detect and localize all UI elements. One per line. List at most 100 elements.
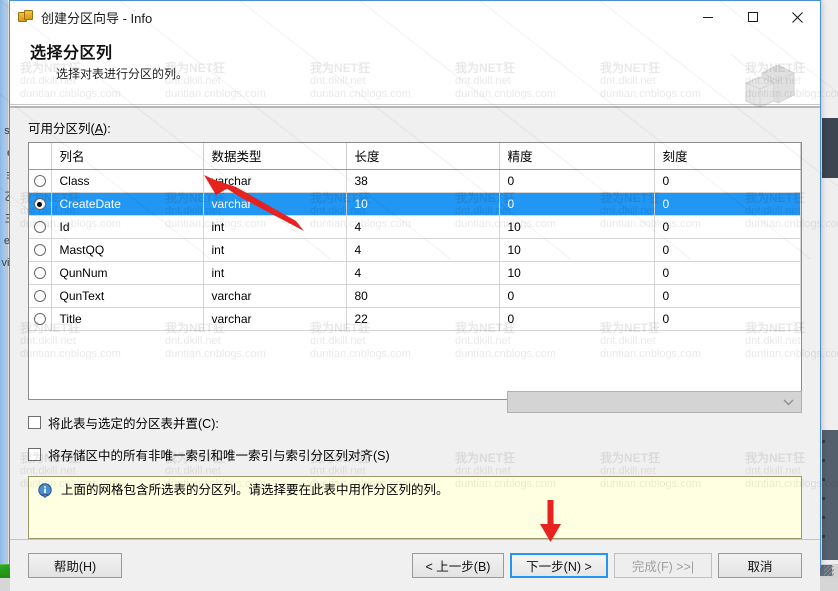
maximize-icon — [747, 11, 759, 23]
minimize-button[interactable] — [685, 2, 730, 33]
wizard-header: 选择分区列 选择对表进行分区的列。 — [10, 33, 820, 105]
partition-column-radio[interactable] — [34, 267, 46, 279]
cell-data-type[interactable]: int — [203, 261, 346, 284]
back-button[interactable]: < 上一步(B) — [412, 553, 504, 578]
cell-column-name[interactable]: CreateDate — [51, 192, 203, 215]
columns-table-body: Classvarchar3800CreateDatevarchar1000Idi… — [29, 169, 801, 330]
cell-length[interactable]: 38 — [346, 169, 499, 192]
cell-scale[interactable]: 0 — [654, 238, 801, 261]
partition-column-radio[interactable] — [34, 175, 46, 187]
close-button[interactable] — [775, 2, 820, 33]
row-radio-cell[interactable] — [29, 261, 51, 284]
cell-scale[interactable]: 0 — [654, 284, 801, 307]
next-button[interactable]: 下一步(N) > — [510, 553, 608, 578]
help-button[interactable]: 帮助(H) — [28, 553, 122, 578]
cell-length[interactable]: 4 — [346, 238, 499, 261]
info-text: 上面的网格包含所选表的分区列。请选择要在此表中用作分区列的列。 — [61, 483, 449, 498]
cell-column-name[interactable]: Class — [51, 169, 203, 192]
header-data-type[interactable]: 数据类型 — [203, 143, 346, 169]
row-radio-cell[interactable] — [29, 238, 51, 261]
page-subtitle: 选择对表进行分区的列。 — [56, 65, 820, 82]
partition-column-radio[interactable] — [34, 221, 46, 233]
available-columns-grid[interactable]: 列名 数据类型 长度 精度 刻度 Classvarchar3800CreateD… — [28, 142, 802, 400]
cell-data-type[interactable]: int — [203, 238, 346, 261]
cell-column-name[interactable]: QunText — [51, 284, 203, 307]
partition-wizard-dialog: 创建分区向导 - Info 选择分区列 选择对表进行分区的列。 — [9, 0, 821, 568]
cell-scale[interactable]: 0 — [654, 215, 801, 238]
cell-length[interactable]: 10 — [346, 192, 499, 215]
cell-precision[interactable]: 0 — [499, 169, 654, 192]
cell-column-name[interactable]: Title — [51, 307, 203, 330]
header-radio — [29, 143, 51, 169]
background-right-ticks — [822, 440, 826, 550]
cell-precision[interactable]: 0 — [499, 192, 654, 215]
cell-scale[interactable]: 0 — [654, 261, 801, 284]
row-radio-cell[interactable] — [29, 307, 51, 330]
dialog-footer: 帮助(H) < 上一步(B) 下一步(N) > 完成(F) >>| 取消 — [10, 539, 820, 591]
cell-data-type[interactable]: varchar — [203, 307, 346, 330]
colocate-checkbox-row[interactable]: 将此表与选定的分区表并置(C): — [28, 413, 802, 432]
cell-data-type[interactable]: varchar — [203, 192, 346, 215]
cell-data-type[interactable]: int — [203, 215, 346, 238]
table-row[interactable]: CreateDatevarchar1000 — [29, 192, 801, 215]
cell-column-name[interactable]: MastQQ — [51, 238, 203, 261]
database-cubes-icon — [732, 55, 808, 113]
cell-column-name[interactable]: QunNum — [51, 261, 203, 284]
info-icon — [37, 483, 53, 499]
table-header-row: 列名 数据类型 长度 精度 刻度 — [29, 143, 801, 169]
resize-grip[interactable] — [824, 566, 834, 576]
grid-label: 可用分区列(A): — [28, 118, 802, 137]
row-radio-cell[interactable] — [29, 192, 51, 215]
cell-scale[interactable]: 0 — [654, 192, 801, 215]
align-indexes-checkbox-label: 将存储区中的所有非唯一索引和唯一索引与索引分区列对齐(S) — [48, 445, 390, 464]
cancel-button[interactable]: 取消 — [718, 553, 802, 578]
cell-scale[interactable]: 0 — [654, 307, 801, 330]
database-wizard-icon — [18, 9, 34, 25]
close-icon — [791, 11, 804, 24]
window-title: 创建分区向导 - Info — [41, 8, 152, 27]
cell-length[interactable]: 4 — [346, 215, 499, 238]
partition-column-radio[interactable] — [34, 244, 46, 256]
info-panel: 上面的网格包含所选表的分区列。请选择要在此表中用作分区列的列。 — [28, 476, 802, 539]
partition-column-radio[interactable] — [34, 290, 46, 302]
cell-data-type[interactable]: varchar — [203, 284, 346, 307]
header-precision[interactable]: 精度 — [499, 143, 654, 169]
minimize-icon — [702, 11, 714, 23]
row-radio-cell[interactable] — [29, 169, 51, 192]
cell-length[interactable]: 4 — [346, 261, 499, 284]
cell-precision[interactable]: 10 — [499, 215, 654, 238]
row-radio-cell[interactable] — [29, 215, 51, 238]
colocate-table-combo — [507, 391, 802, 413]
dialog-body: 可用分区列(A): 列名 数据类型 长度 精度 刻度 Classvarchar3… — [10, 108, 820, 539]
cell-precision[interactable]: 10 — [499, 261, 654, 284]
wizard-nav-buttons: < 上一步(B) 下一步(N) > 完成(F) >>| 取消 — [412, 553, 802, 578]
cell-length[interactable]: 22 — [346, 307, 499, 330]
colocate-checkbox[interactable] — [28, 416, 41, 429]
background-right-panel-top — [822, 118, 838, 178]
table-row[interactable]: MastQQint4100 — [29, 238, 801, 261]
table-row[interactable]: Titlevarchar2200 — [29, 307, 801, 330]
header-length[interactable]: 长度 — [346, 143, 499, 169]
columns-table: 列名 数据类型 长度 精度 刻度 Classvarchar3800CreateD… — [29, 143, 801, 331]
header-column-name[interactable]: 列名 — [51, 143, 203, 169]
partition-column-radio[interactable] — [34, 198, 46, 210]
table-row[interactable]: QunNumint4100 — [29, 261, 801, 284]
cell-precision[interactable]: 0 — [499, 307, 654, 330]
cell-precision[interactable]: 0 — [499, 284, 654, 307]
table-row[interactable]: Classvarchar3800 — [29, 169, 801, 192]
cell-data-type[interactable]: varchar — [203, 169, 346, 192]
cell-length[interactable]: 80 — [346, 284, 499, 307]
cell-column-name[interactable]: Id — [51, 215, 203, 238]
align-indexes-checkbox[interactable] — [28, 448, 41, 461]
align-indexes-checkbox-row[interactable]: 将存储区中的所有非唯一索引和唯一索引与索引分区列对齐(S) — [28, 445, 802, 464]
cell-scale[interactable]: 0 — [654, 169, 801, 192]
header-scale[interactable]: 刻度 — [654, 143, 801, 169]
row-radio-cell[interactable] — [29, 284, 51, 307]
table-row[interactable]: QunTextvarchar8000 — [29, 284, 801, 307]
maximize-button[interactable] — [730, 2, 775, 33]
table-row[interactable]: Idint4100 — [29, 215, 801, 238]
cell-precision[interactable]: 10 — [499, 238, 654, 261]
page-title: 选择分区列 — [30, 39, 820, 63]
finish-button: 完成(F) >>| — [614, 553, 712, 578]
partition-column-radio[interactable] — [34, 313, 46, 325]
